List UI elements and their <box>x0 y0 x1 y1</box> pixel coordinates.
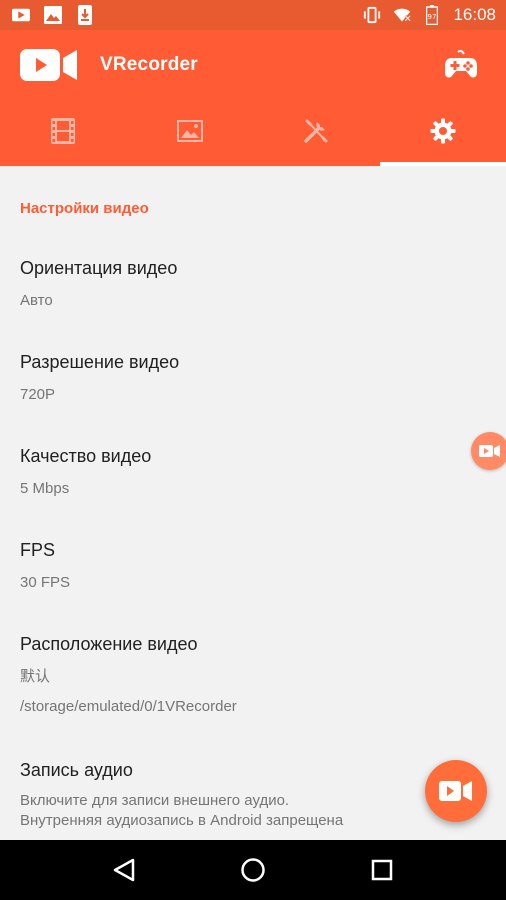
pref-summary-line2: Внутренняя аудиозапись в Android запреще… <box>20 812 344 829</box>
gear-icon <box>430 118 456 149</box>
pref-summary: 默认 <box>20 668 51 685</box>
tab-bar <box>0 100 506 166</box>
tab-videos[interactable] <box>0 100 127 166</box>
tab-tools[interactable] <box>253 100 380 166</box>
pref-video-resolution[interactable]: Разрешение видео 720P <box>20 352 486 405</box>
status-time: 16:08 <box>453 5 496 24</box>
pref-title: Разрешение видео <box>20 352 180 372</box>
record-fab[interactable] <box>425 760 487 822</box>
vibrate-icon <box>363 6 381 24</box>
back-icon[interactable] <box>104 850 144 890</box>
pref-summary: 30 FPS <box>20 574 71 591</box>
system-nav-bar <box>0 840 506 900</box>
video-camera-icon <box>439 781 472 801</box>
pref-title: Запись аудио <box>20 760 133 780</box>
section-header-video-settings: Настройки видео <box>20 200 149 217</box>
battery-icon: 97 <box>423 5 441 25</box>
wifi-icon <box>393 6 412 24</box>
status-bar-system: 97 16:08 <box>363 5 496 25</box>
video-notification-icon <box>12 6 30 24</box>
pref-title: Ориентация видео <box>20 258 178 278</box>
pref-title: Качество видео <box>20 446 152 466</box>
pref-video-orientation[interactable]: Ориентация видео Авто <box>20 258 486 311</box>
image-notification-icon <box>44 6 62 24</box>
status-bar: 97 16:08 <box>0 0 506 30</box>
image-icon <box>176 119 203 147</box>
pref-video-quality[interactable]: Качество видео 5 Mbps <box>20 446 486 499</box>
gamepad-icon[interactable] <box>444 49 478 80</box>
tools-icon <box>303 118 329 149</box>
status-bar-notifications <box>12 5 94 25</box>
svg-text:97: 97 <box>428 13 437 21</box>
pref-fps[interactable]: FPS 30 FPS <box>20 540 486 593</box>
app-title: VRecorder <box>100 54 198 75</box>
settings-list: Настройки видео Ориентация видео Авто Ра… <box>0 166 506 840</box>
pref-summary: Включите для записи внешнего аудио. <box>20 792 290 809</box>
pref-summary-path: /storage/emulated/0/1VRecorder <box>20 698 237 715</box>
pref-title: FPS <box>20 540 56 560</box>
pref-audio-recording[interactable]: Запись аудио Включите для записи внешнег… <box>20 760 486 831</box>
download-notification-icon <box>76 5 94 25</box>
pref-summary: Авто <box>20 292 53 309</box>
tab-images[interactable] <box>127 100 254 166</box>
camera-logo-icon <box>20 45 78 85</box>
pref-title: Расположение видео <box>20 634 198 654</box>
tab-settings[interactable] <box>379 100 506 166</box>
video-camera-icon <box>479 445 500 457</box>
pref-summary: 720P <box>20 386 56 403</box>
floating-record-bubble[interactable] <box>471 432 506 470</box>
recents-icon[interactable] <box>362 850 402 890</box>
film-icon <box>51 117 76 149</box>
home-icon[interactable] <box>233 850 273 890</box>
pref-video-location[interactable]: Расположение видео 默认 /storage/emulated/… <box>20 634 486 717</box>
app-bar: VRecorder <box>0 30 506 100</box>
pref-summary: 5 Mbps <box>20 480 70 497</box>
